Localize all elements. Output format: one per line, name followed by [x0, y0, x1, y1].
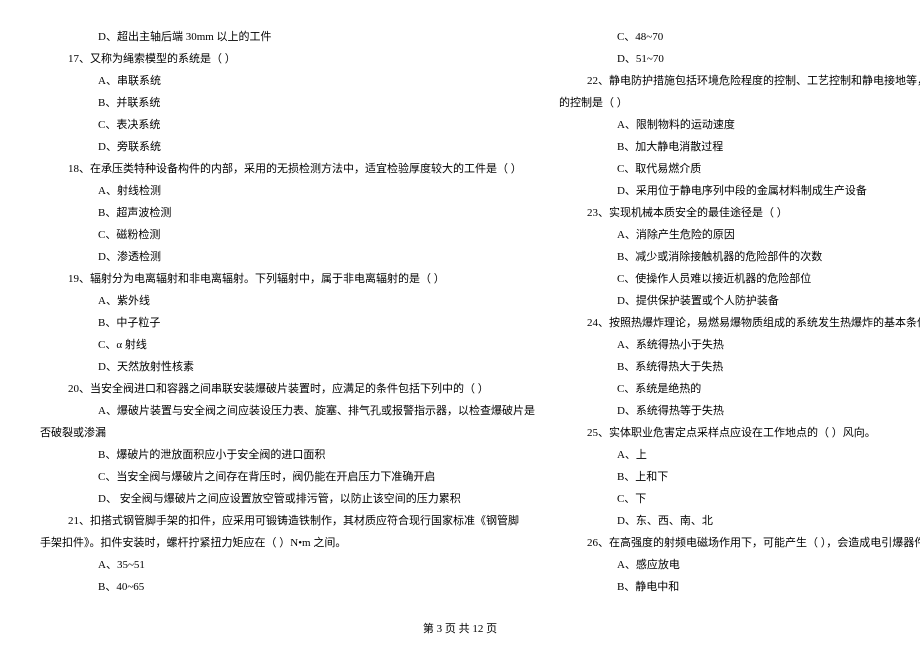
- text-line: A、系统得热小于失热: [559, 334, 920, 356]
- page-content: D、超出主轴后端 30mm 以上的工件17、又称为绳索模型的系统是（ ）A、串联…: [0, 0, 920, 620]
- text-line: 18、在承压类特种设备构件的内部，采用的无损检测方法中，适宜检验厚度较大的工件是…: [40, 158, 535, 180]
- text-line: C、α 射线: [40, 334, 535, 356]
- text-line: 22、静电防护措施包括环境危险程度的控制、工艺控制和静电接地等，下列属于环境危险…: [559, 70, 920, 92]
- text-line: D、渗透检测: [40, 246, 535, 268]
- text-line: A、射线检测: [40, 180, 535, 202]
- text-line: D、系统得热等于失热: [559, 400, 920, 422]
- right-column: C、48~70D、51~7022、静电防护措施包括环境危险程度的控制、工艺控制和…: [547, 26, 920, 620]
- text-line: D、天然放射性核素: [40, 356, 535, 378]
- text-line: C、下: [559, 488, 920, 510]
- text-line: C、当安全阀与爆破片之间存在背压时，阀仍能在开启压力下准确开启: [40, 466, 535, 488]
- text-line: D、超出主轴后端 30mm 以上的工件: [40, 26, 535, 48]
- text-line: A、感应放电: [559, 554, 920, 576]
- left-column: D、超出主轴后端 30mm 以上的工件17、又称为绳索模型的系统是（ ）A、串联…: [40, 26, 547, 620]
- text-line: B、中子粒子: [40, 312, 535, 334]
- page-footer: 第 3 页 共 12 页: [0, 620, 920, 636]
- text-line: 25、实体职业危害定点采样点应设在工作地点的（ ）风向。: [559, 422, 920, 444]
- text-line: A、串联系统: [40, 70, 535, 92]
- text-line: 17、又称为绳索模型的系统是（ ）: [40, 48, 535, 70]
- text-line: 的控制是（ ）: [559, 92, 920, 114]
- text-line: C、系统是绝热的: [559, 378, 920, 400]
- text-line: A、消除产生危险的原因: [559, 224, 920, 246]
- text-line: B、静电中和: [559, 576, 920, 598]
- text-line: A、限制物料的运动速度: [559, 114, 920, 136]
- text-line: D、51~70: [559, 48, 920, 70]
- text-line: D、采用位于静电序列中段的金属材料制成生产设备: [559, 180, 920, 202]
- text-line: C、取代易燃介质: [559, 158, 920, 180]
- text-line: B、系统得热大于失热: [559, 356, 920, 378]
- text-line: 19、辐射分为电离辐射和非电离辐射。下列辐射中，属于非电离辐射的是（ ）: [40, 268, 535, 290]
- text-line: B、加大静电消散过程: [559, 136, 920, 158]
- text-line: A、紫外线: [40, 290, 535, 312]
- text-line: D、 安全阀与爆破片之间应设置放空管或排污管，以防止该空间的压力累积: [40, 488, 535, 510]
- text-line: A、爆破片装置与安全阀之间应装设压力表、旋塞、排气孔或报警指示器，以检查爆破片是: [40, 400, 535, 422]
- text-line: 23、实现机械本质安全的最佳途径是（ ）: [559, 202, 920, 224]
- text-line: B、上和下: [559, 466, 920, 488]
- text-line: 20、当安全阀进口和容器之间串联安装爆破片装置时，应满足的条件包括下列中的（ ）: [40, 378, 535, 400]
- text-line: A、35~51: [40, 554, 535, 576]
- text-line: C、表决系统: [40, 114, 535, 136]
- text-line: 26、在高强度的射频电磁场作用下，可能产生（ ），会造成电引爆器件发生意外引爆。: [559, 532, 920, 554]
- text-line: 手架扣件》。扣件安装时，螺杆拧紧扭力矩应在（ ）N•m 之间。: [40, 532, 535, 554]
- text-line: 否破裂或渗漏: [40, 422, 535, 444]
- text-line: C、使操作人员难以接近机器的危险部位: [559, 268, 920, 290]
- text-line: B、并联系统: [40, 92, 535, 114]
- text-line: B、爆破片的泄放面积应小于安全阀的进口面积: [40, 444, 535, 466]
- text-line: D、提供保护装置或个人防护装备: [559, 290, 920, 312]
- text-line: D、旁联系统: [40, 136, 535, 158]
- text-line: C、磁粉检测: [40, 224, 535, 246]
- text-line: 21、扣搭式钢管脚手架的扣件，应采用可锻铸造铁制作，其材质应符合现行国家标准《钢…: [40, 510, 535, 532]
- text-line: B、40~65: [40, 576, 535, 598]
- text-line: D、东、西、南、北: [559, 510, 920, 532]
- text-line: A、上: [559, 444, 920, 466]
- text-line: 24、按照热爆炸理论，易燃易爆物质组成的系统发生热爆炸的基本条件是（ ）: [559, 312, 920, 334]
- text-line: C、48~70: [559, 26, 920, 48]
- text-line: B、减少或消除接触机器的危险部件的次数: [559, 246, 920, 268]
- text-line: B、超声波检测: [40, 202, 535, 224]
